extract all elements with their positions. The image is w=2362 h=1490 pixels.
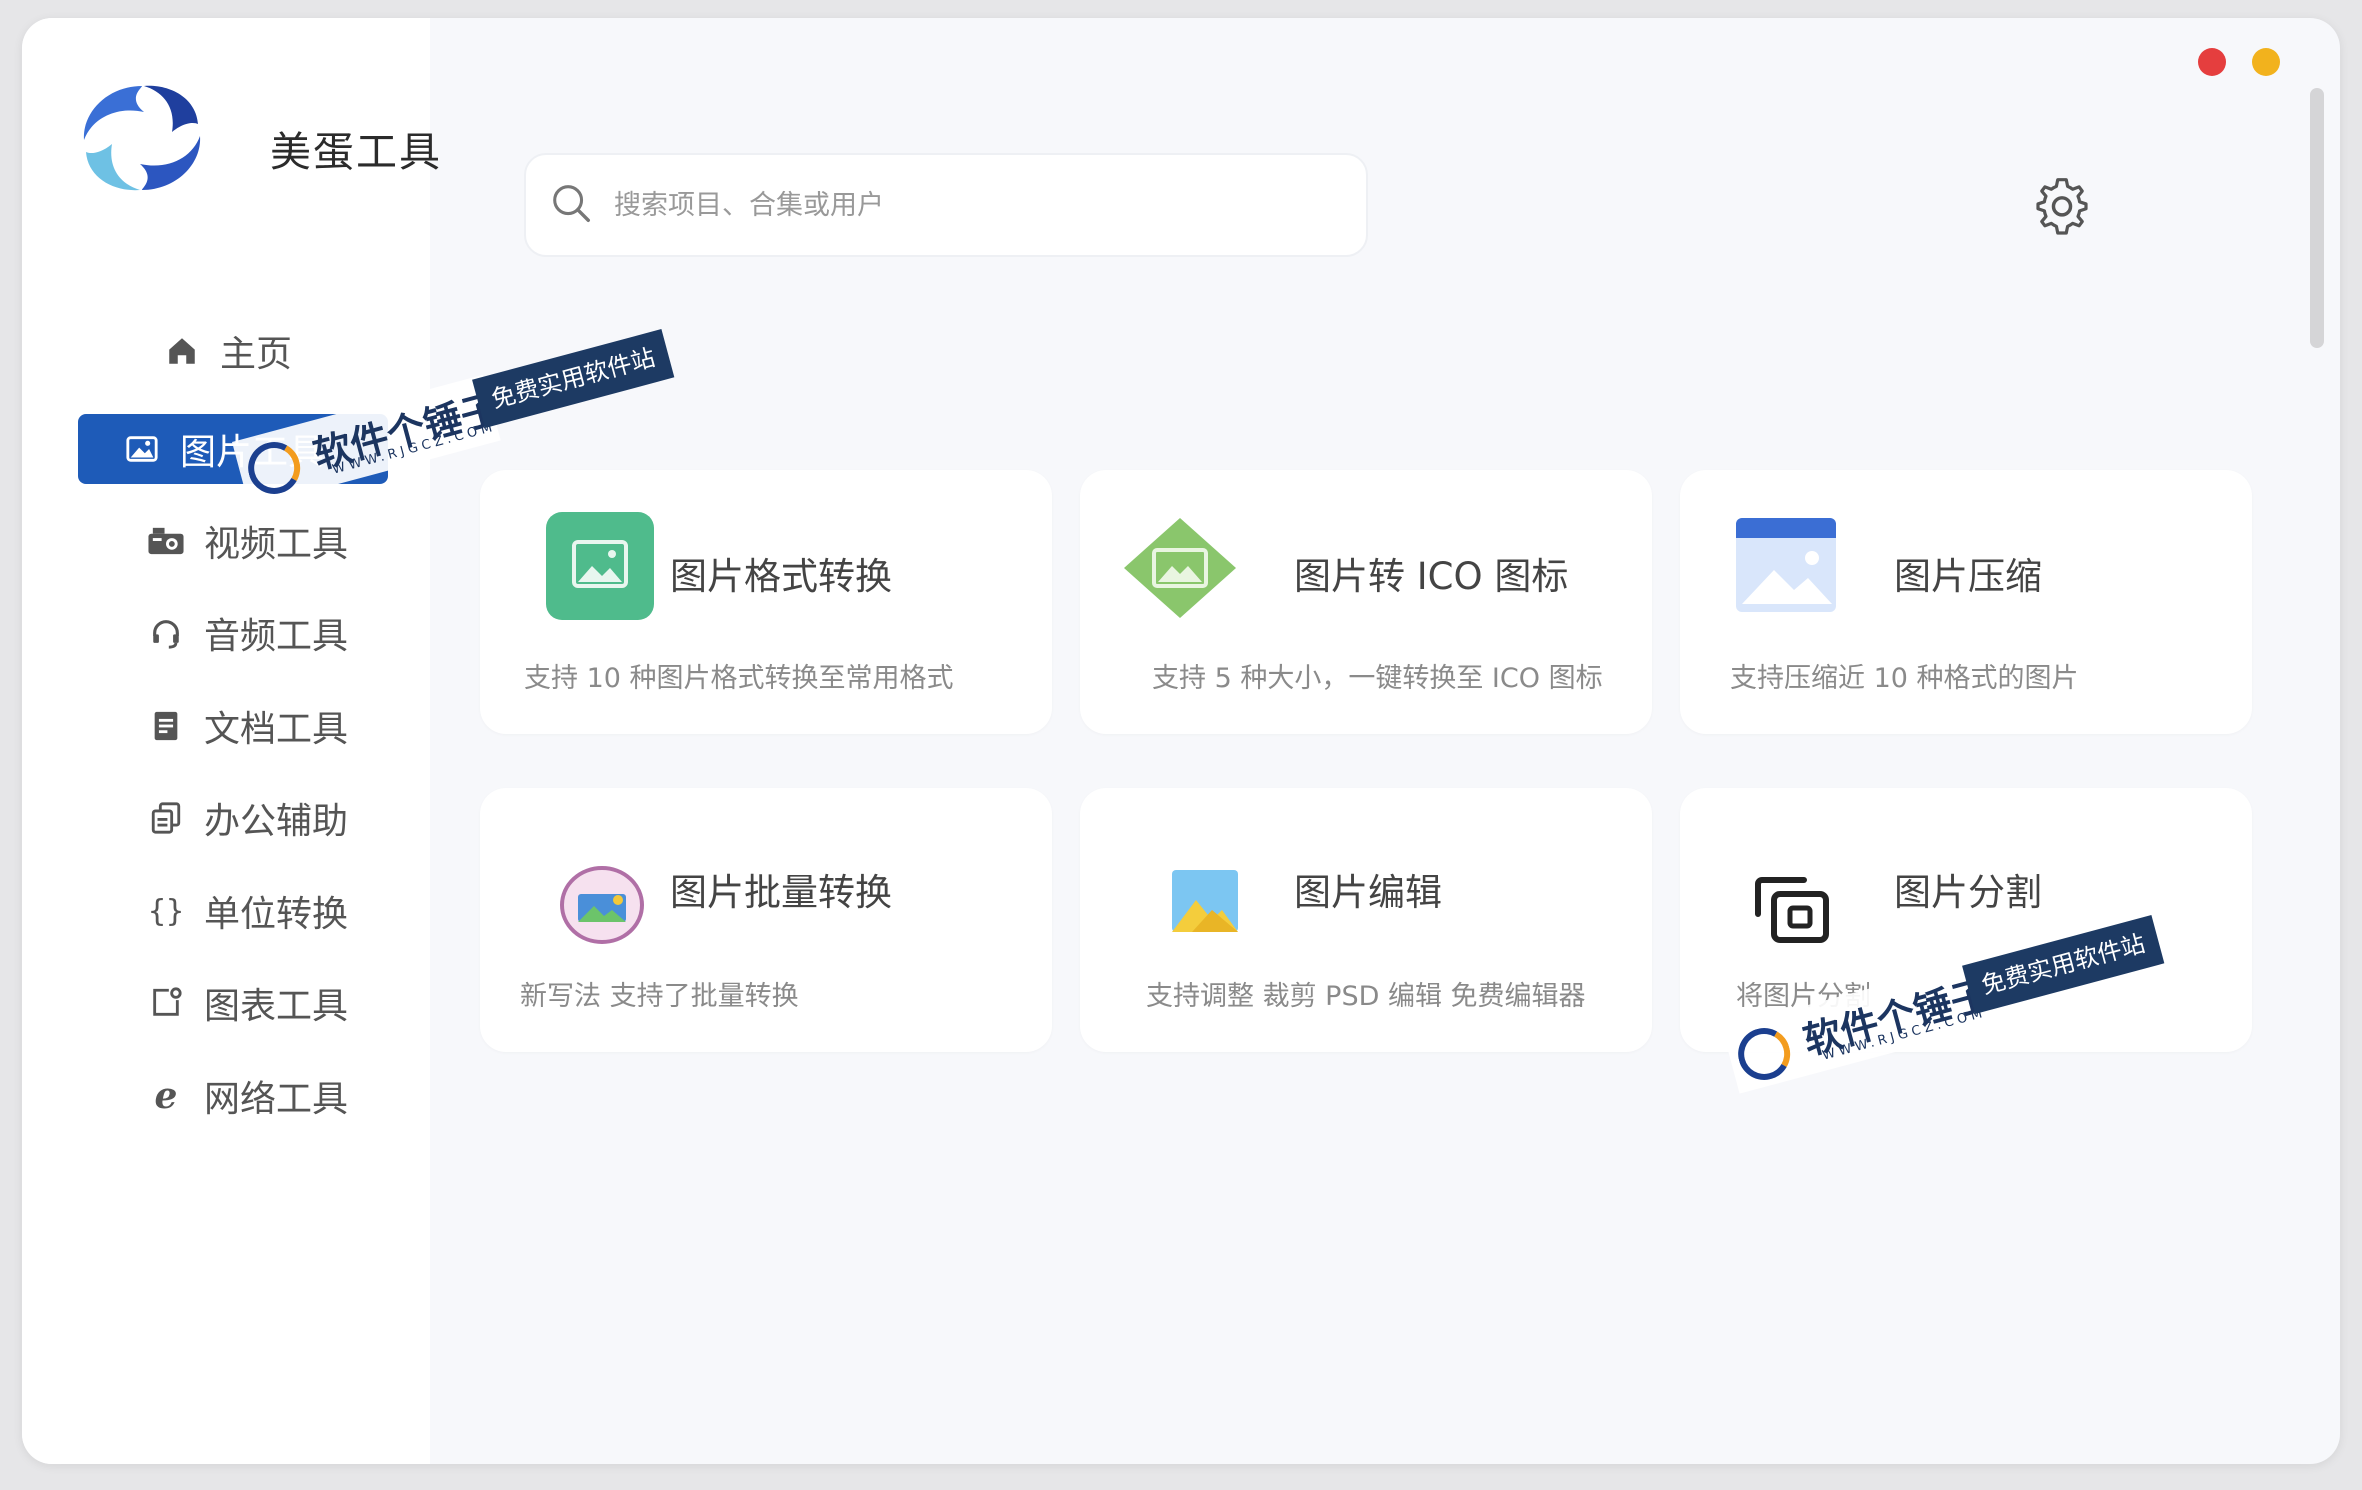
card-title: 图片分割 <box>1894 871 2042 914</box>
card-description: 支持调整 裁剪 PSD 编辑 免费编辑器 <box>1146 981 1586 1012</box>
sidebar-item-document-tools[interactable]: 文档工具 <box>146 691 348 761</box>
card-title: 图片格式转换 <box>670 555 892 598</box>
app-logo: 美蛋工具 <box>72 78 442 208</box>
app-logo-icon <box>83 85 201 191</box>
sidebar-item-network-tools[interactable]: e 网络工具 <box>146 1061 348 1131</box>
sidebar-item-audio-tools[interactable]: 音频工具 <box>146 598 348 668</box>
scrollbar[interactable] <box>2310 88 2324 348</box>
card-description: 支持 5 种大小，一键转换至 ICO 图标 <box>1152 663 1603 694</box>
image-icon <box>122 429 162 469</box>
sidebar-item-label: 办公辅助 <box>204 801 349 842</box>
sidebar: 美蛋工具 主页 图片工具 视频工具 音频工具 <box>22 18 440 1464</box>
batch-convert-icon <box>560 866 644 948</box>
card-image-format-convert[interactable]: 图片格式转换 支持 10 种图片格式转换至常用格式 <box>480 470 1052 734</box>
ie-icon: e <box>154 1075 178 1117</box>
sidebar-item-label: 图表工具 <box>204 986 349 1027</box>
sidebar-item-label: 音频工具 <box>204 616 349 657</box>
ico-convert-icon <box>1120 514 1240 626</box>
home-icon <box>162 331 202 371</box>
image-edit-icon <box>1172 870 1238 936</box>
chart-icon <box>146 983 186 1023</box>
card-batch-convert[interactable]: 图片批量转换 新写法 支持了批量转换 <box>480 788 1052 1052</box>
copy-icon <box>146 798 186 838</box>
video-icon <box>146 521 186 561</box>
sidebar-item-unit-convert[interactable]: {} 单位转换 <box>146 876 348 946</box>
card-title: 图片转 ICO 图标 <box>1294 555 1569 598</box>
close-button[interactable] <box>2198 48 2226 76</box>
headset-icon <box>146 613 186 653</box>
search-box[interactable] <box>524 153 1368 257</box>
image-format-icon <box>546 512 654 624</box>
watermark-slogan: 免费实用软件站 <box>472 329 675 429</box>
card-title: 图片压缩 <box>1894 555 2042 598</box>
minimize-button[interactable] <box>2252 48 2280 76</box>
sidebar-item-label: 单位转换 <box>204 894 349 935</box>
card-title: 图片批量转换 <box>670 871 892 914</box>
sidebar-item-office-assist[interactable]: 办公辅助 <box>146 783 348 853</box>
card-image-to-ico[interactable]: 图片转 ICO 图标 支持 5 种大小，一键转换至 ICO 图标 <box>1080 470 1652 734</box>
sidebar-item-video-tools[interactable]: 视频工具 <box>146 506 348 576</box>
sidebar-item-home[interactable]: 主页 <box>162 316 292 386</box>
image-compress-icon <box>1736 518 1836 616</box>
sidebar-item-chart-tools[interactable]: 图表工具 <box>146 968 348 1038</box>
card-description: 新写法 支持了批量转换 <box>520 981 799 1012</box>
braces-icon: {} <box>147 893 185 929</box>
card-image-compress[interactable]: 图片压缩 支持压缩近 10 种格式的图片 <box>1680 470 2252 734</box>
card-title: 图片编辑 <box>1294 871 1442 914</box>
document-icon <box>146 706 186 746</box>
search-icon <box>548 180 594 230</box>
sidebar-item-label: 文档工具 <box>204 709 349 750</box>
card-description: 支持压缩近 10 种格式的图片 <box>1730 663 2079 694</box>
settings-button[interactable] <box>2030 173 2094 237</box>
sidebar-item-label: 主页 <box>220 334 293 375</box>
card-image-edit[interactable]: 图片编辑 支持调整 裁剪 PSD 编辑 免费编辑器 <box>1080 788 1652 1052</box>
sidebar-item-label: 网络工具 <box>204 1079 349 1120</box>
app-name: 美蛋工具 <box>270 128 442 176</box>
sidebar-item-label: 视频工具 <box>204 524 349 565</box>
gear-icon <box>2036 178 2088 235</box>
app-window: 美蛋工具 主页 图片工具 视频工具 音频工具 <box>22 18 2340 1464</box>
search-input[interactable] <box>614 189 1314 221</box>
card-description: 支持 10 种图片格式转换至常用格式 <box>524 663 954 694</box>
image-split-icon <box>1752 874 1832 950</box>
